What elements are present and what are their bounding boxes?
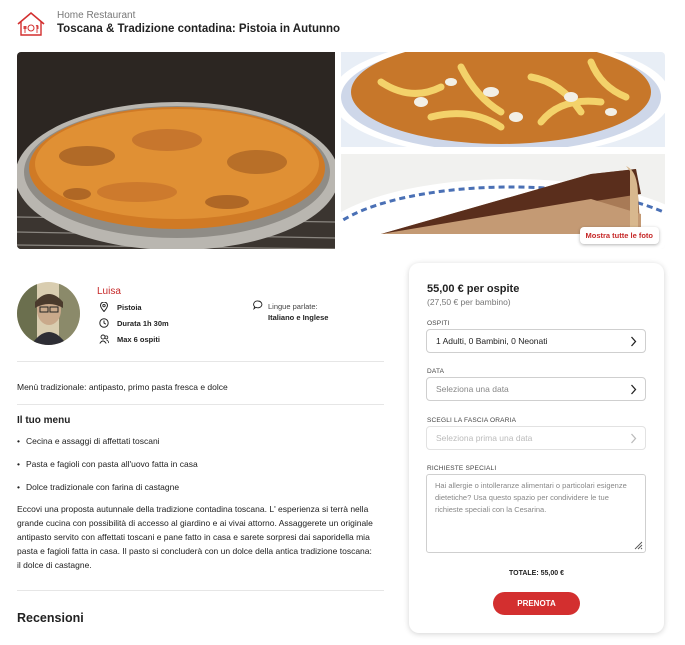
guests-selector[interactable]: 1 Adulti, 0 Bambini, 0 Neonati <box>426 329 646 353</box>
menu-list: Cecina e assaggi di affettati toscani Pa… <box>17 436 384 492</box>
max-guests-info: Max 6 ospiti <box>99 334 160 344</box>
host-avatar[interactable] <box>17 282 80 345</box>
breadcrumb[interactable]: Home Restaurant <box>57 10 135 21</box>
date-placeholder: Seleziona una data <box>436 384 509 394</box>
host-name[interactable]: Luisa <box>97 286 121 297</box>
pasta-e-fagioli-photo[interactable] <box>341 52 665 147</box>
chestnut-cake-photo[interactable]: Mostra tutte le foto <box>341 154 665 249</box>
time-slot-selector[interactable]: Seleziona prima una data <box>426 426 646 450</box>
languages-label: Lingue parlate: <box>268 302 318 311</box>
max-guests-text: Max 6 ospiti <box>117 334 160 344</box>
cecina-photo[interactable] <box>17 52 335 249</box>
chevron-right-icon <box>631 384 637 395</box>
guests-value: 1 Adulti, 0 Bambini, 0 Neonati <box>436 336 548 346</box>
date-label: DATA <box>427 368 445 375</box>
map-pin-icon <box>99 302 109 312</box>
menu-item: Cecina e assaggi di affettati toscani <box>17 436 384 446</box>
location-text: Pistoia <box>117 302 142 312</box>
menu-title: Il tuo menu <box>17 415 71 426</box>
photo-gallery: Mostra tutte le foto <box>17 52 665 249</box>
reviews-heading: Recensioni <box>17 611 84 625</box>
time-slot-label: SCEGLI LA FASCIA ORARIA <box>427 417 517 424</box>
page-header: Home Restaurant Toscana & Tradizione con… <box>16 8 676 42</box>
duration-info: Durata 1h 30m <box>99 318 169 328</box>
special-requests-placeholder: Hai allergie o intolleranze alimentari o… <box>435 481 627 514</box>
price-per-guest: 55,00 € per ospite <box>427 283 520 295</box>
page-title: Toscana & Tradizione contadina: Pistoia … <box>57 23 341 35</box>
guests-label: OSPITI <box>427 320 450 327</box>
chevron-right-icon <box>631 433 637 444</box>
speech-bubble-icon <box>253 300 263 310</box>
location-info: Pistoia <box>99 302 142 312</box>
date-picker[interactable]: Seleziona una data <box>426 377 646 401</box>
menu-summary: Menù tradizionale: antipasto, primo past… <box>17 362 384 405</box>
resize-handle-icon[interactable] <box>633 540 643 550</box>
menu-item: Dolce tradizionale con farina di castagn… <box>17 482 384 492</box>
special-requests-label: RICHIESTE SPECIALI <box>427 465 497 472</box>
show-all-photos-button[interactable]: Mostra tutte le foto <box>579 227 659 244</box>
clock-icon <box>99 318 109 328</box>
chevron-right-icon <box>631 336 637 347</box>
home-restaurant-logo-icon[interactable] <box>16 11 46 37</box>
menu-item: Pasta e fagioli con pasta all'uovo fatta… <box>17 459 384 469</box>
price-per-child: (27,50 € per bambino) <box>427 297 511 307</box>
booking-card: 55,00 € per ospite (27,50 € per bambino)… <box>409 263 664 633</box>
duration-text: Durata 1h 30m <box>117 318 169 328</box>
guests-icon <box>99 334 109 344</box>
experience-details: Luisa Pistoia Durata 1h 30m Max 6 ospiti… <box>17 262 384 625</box>
languages-value: Italiano e Inglese <box>268 313 329 322</box>
book-button[interactable]: PRENOTA <box>493 592 580 615</box>
divider <box>17 590 384 591</box>
host-section: Luisa Pistoia Durata 1h 30m Max 6 ospiti… <box>17 262 384 362</box>
time-slot-placeholder: Seleziona prima una data <box>436 433 533 443</box>
total-price: TOTALE: 55,00 € <box>509 570 564 577</box>
experience-description: Eccovi una proposta autunnale della trad… <box>17 504 373 570</box>
special-requests-textarea[interactable]: Hai allergie o intolleranze alimentari o… <box>426 474 646 553</box>
